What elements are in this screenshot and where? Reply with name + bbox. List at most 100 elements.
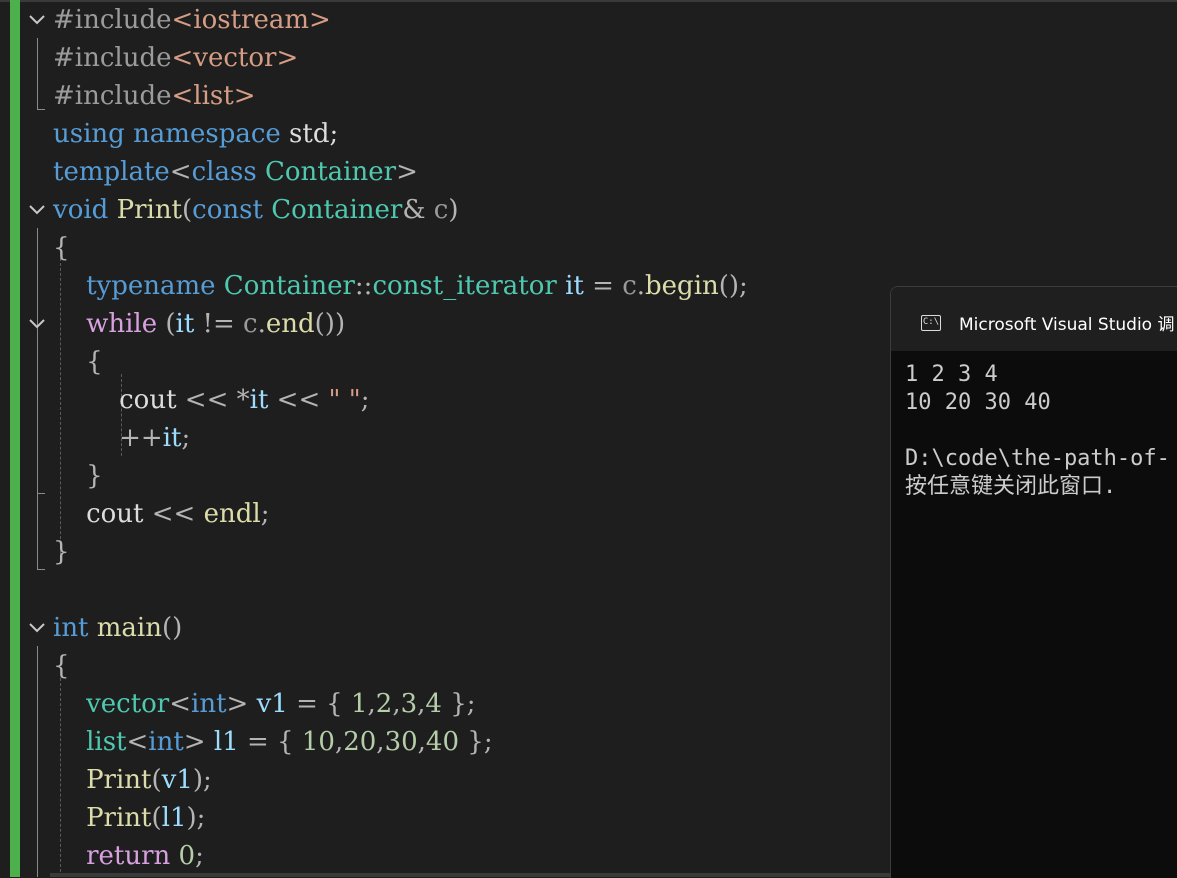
code-token: {: [53, 233, 70, 263]
code-line[interactable]: vector<int> v1 = { 1,2,3,4 };: [53, 685, 476, 723]
code-token: 10: [301, 727, 335, 757]
fold-chevron-icon[interactable]: [27, 618, 47, 638]
code-token: endl: [203, 499, 261, 529]
console-output-line: D:\code\the-path-of-: [905, 446, 1170, 471]
code-token: begin: [645, 271, 719, 301]
code-line[interactable]: while (it != c.end()): [53, 305, 345, 343]
code-token: Container: [271, 195, 403, 225]
code-line[interactable]: using namespace std;: [53, 115, 338, 153]
code-token: ();: [718, 271, 748, 301]
code-line[interactable]: }: [53, 533, 70, 571]
code-token: Print: [86, 803, 152, 833]
code-token: ++: [119, 423, 163, 453]
code-line[interactable]: list<int> l1 = { 10,20,30,40 };: [53, 723, 493, 761]
code-token: c: [243, 309, 258, 339]
code-token: >: [396, 157, 418, 187]
console-window[interactable]: C:\ Microsoft Visual Studio 调 1 2 3 4 10 …: [890, 286, 1177, 878]
code-token: c: [433, 195, 449, 225]
code-line[interactable]: {: [53, 229, 70, 267]
code-token: it: [175, 309, 195, 339]
code-token: return: [86, 841, 171, 871]
code-token: std;: [280, 119, 339, 149]
code-token: 1: [350, 689, 368, 719]
code-token: };: [459, 727, 493, 757]
code-line[interactable]: cout << endl;: [53, 495, 269, 533]
code-token: ;: [181, 423, 191, 453]
code-token: &: [402, 195, 434, 225]
code-token: ;: [260, 499, 270, 529]
code-token: 0: [178, 841, 196, 871]
code-token: cout: [86, 499, 144, 529]
code-token: Container: [223, 271, 355, 301]
code-token: {: [53, 651, 70, 681]
code-token: list: [86, 727, 127, 757]
code-line[interactable]: cout << *it << " ";: [53, 381, 369, 419]
code-line[interactable]: #include<iostream>: [53, 1, 331, 39]
code-line[interactable]: #include<list>: [53, 77, 256, 115]
code-line[interactable]: }: [53, 457, 103, 495]
console-app-icon: C:\: [921, 315, 941, 331]
code-token: =: [583, 271, 623, 301]
code-token: c: [622, 271, 637, 301]
console-titlebar[interactable]: C:\ Microsoft Visual Studio 调: [891, 287, 1177, 351]
code-token: const: [192, 195, 263, 225]
code-line[interactable]: {: [53, 343, 103, 381]
code-token: <<: [176, 385, 237, 415]
code-line[interactable]: typename Container::const_iterator it = …: [53, 267, 748, 305]
code-token: l1: [213, 727, 239, 757]
code-token: " ": [328, 385, 361, 415]
include-fold-guide: [37, 38, 38, 110]
change-tracking-bar: [10, 0, 20, 877]
code-token: 2: [375, 689, 393, 719]
fold-chevron-icon[interactable]: [27, 200, 47, 220]
code-token: {: [86, 347, 103, 377]
code-token: >: [183, 727, 214, 757]
code-token: using: [53, 119, 125, 149]
code-token: 20: [343, 727, 377, 757]
code-line[interactable]: int main(): [53, 609, 182, 647]
code-line[interactable]: void Print(const Container& c): [53, 191, 458, 229]
code-token: >: [226, 689, 257, 719]
code-token: );: [192, 765, 212, 795]
code-token: 40: [425, 727, 460, 757]
code-token: };: [441, 689, 476, 719]
code-line[interactable]: ++it;: [53, 419, 190, 457]
console-output-line: 按任意键关闭此窗口.: [905, 474, 1117, 499]
code-token: 30: [384, 727, 418, 757]
code-line[interactable]: template<class Container>: [53, 153, 418, 191]
code-token: <<: [143, 499, 204, 529]
code-token: vector: [86, 689, 170, 719]
code-token: }: [53, 537, 70, 567]
code-line[interactable]: {: [53, 647, 70, 685]
code-token: 4: [425, 689, 442, 719]
code-token: (): [162, 613, 183, 643]
code-line[interactable]: Print(v1);: [53, 761, 212, 799]
code-token: #include: [53, 43, 172, 73]
code-token: const_iterator: [372, 271, 557, 301]
code-token: (: [182, 195, 193, 225]
horizontal-scrollbar[interactable]: [50, 873, 890, 877]
code-token: int: [148, 727, 184, 757]
code-line[interactable]: return 0;: [53, 837, 204, 875]
code-line[interactable]: Print(l1);: [53, 799, 205, 837]
code-token: l1: [161, 803, 187, 833]
code-token: while: [86, 309, 158, 339]
code-line[interactable]: #include<vector>: [53, 39, 298, 77]
fold-chevron-icon[interactable]: [27, 314, 47, 334]
fold-chevron-icon[interactable]: [27, 10, 47, 30]
print-fold-end: [37, 569, 45, 570]
